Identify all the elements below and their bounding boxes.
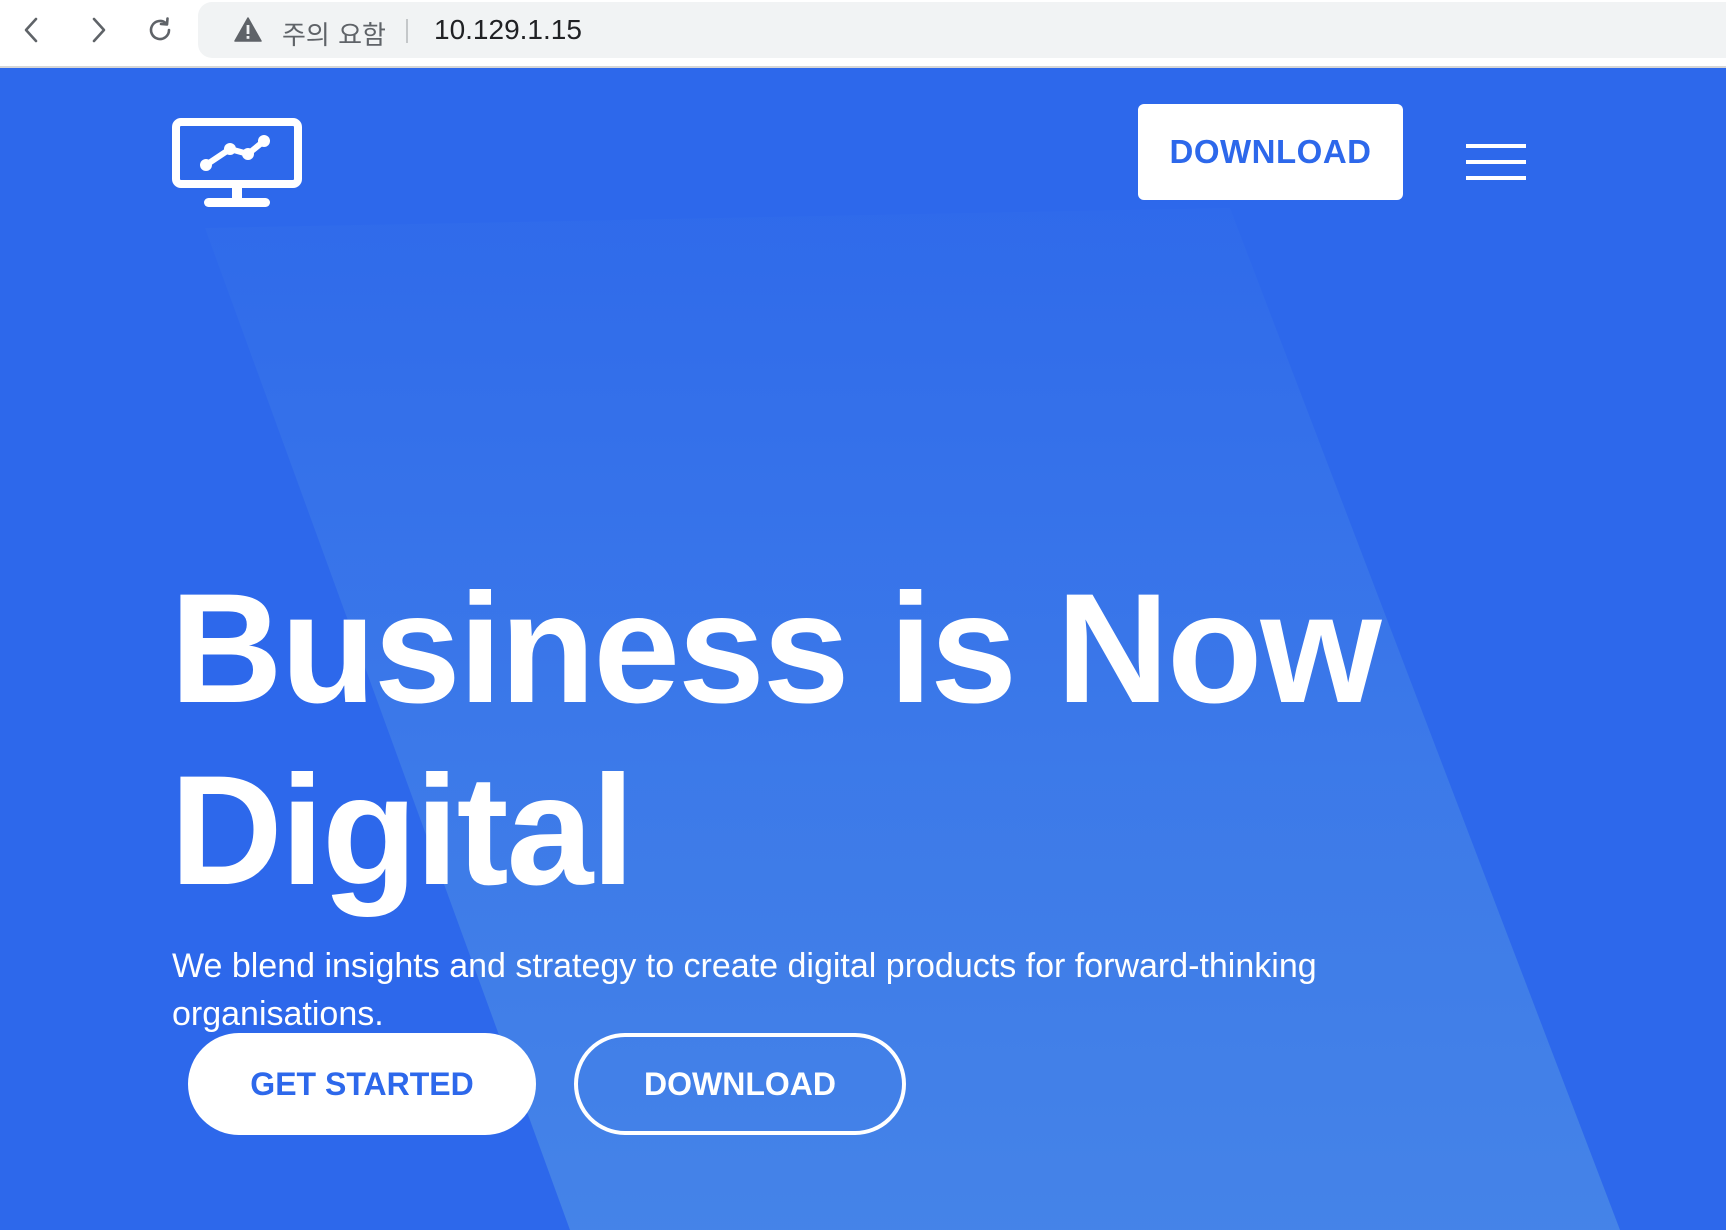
menu-line	[1466, 144, 1526, 148]
security-warning-label[interactable]: 주의 요함	[282, 15, 386, 52]
address-separator	[406, 19, 408, 43]
hero-title: Business is Now Digital	[170, 562, 1382, 918]
forward-button[interactable]	[76, 8, 120, 52]
warning-triangle-icon	[234, 17, 262, 42]
hero-subtitle: We blend insights and strategy to create…	[172, 947, 1317, 1033]
header-download-button[interactable]: DOWNLOAD	[1138, 104, 1403, 200]
hero-section: DOWNLOAD Business is Now Digital We blen…	[0, 68, 1726, 1230]
reload-button[interactable]	[138, 8, 182, 52]
address-bar[interactable]: 주의 요함 10.129.1.15	[198, 2, 1726, 58]
chevron-left-icon	[24, 17, 38, 43]
menu-line	[1466, 160, 1526, 164]
reload-icon	[149, 17, 171, 41]
menu-line	[1466, 176, 1526, 180]
hamburger-menu-icon[interactable]	[1466, 144, 1528, 182]
url-text[interactable]: 10.129.1.15	[434, 14, 582, 46]
browser-toolbar: 주의 요함 10.129.1.15	[0, 0, 1726, 68]
back-button[interactable]	[10, 8, 54, 52]
get-started-button[interactable]: GET STARTED	[188, 1033, 536, 1135]
hero-download-button[interactable]: DOWNLOAD	[574, 1033, 906, 1135]
chevron-right-icon	[92, 17, 106, 43]
monitor-chart-icon[interactable]	[172, 118, 302, 210]
